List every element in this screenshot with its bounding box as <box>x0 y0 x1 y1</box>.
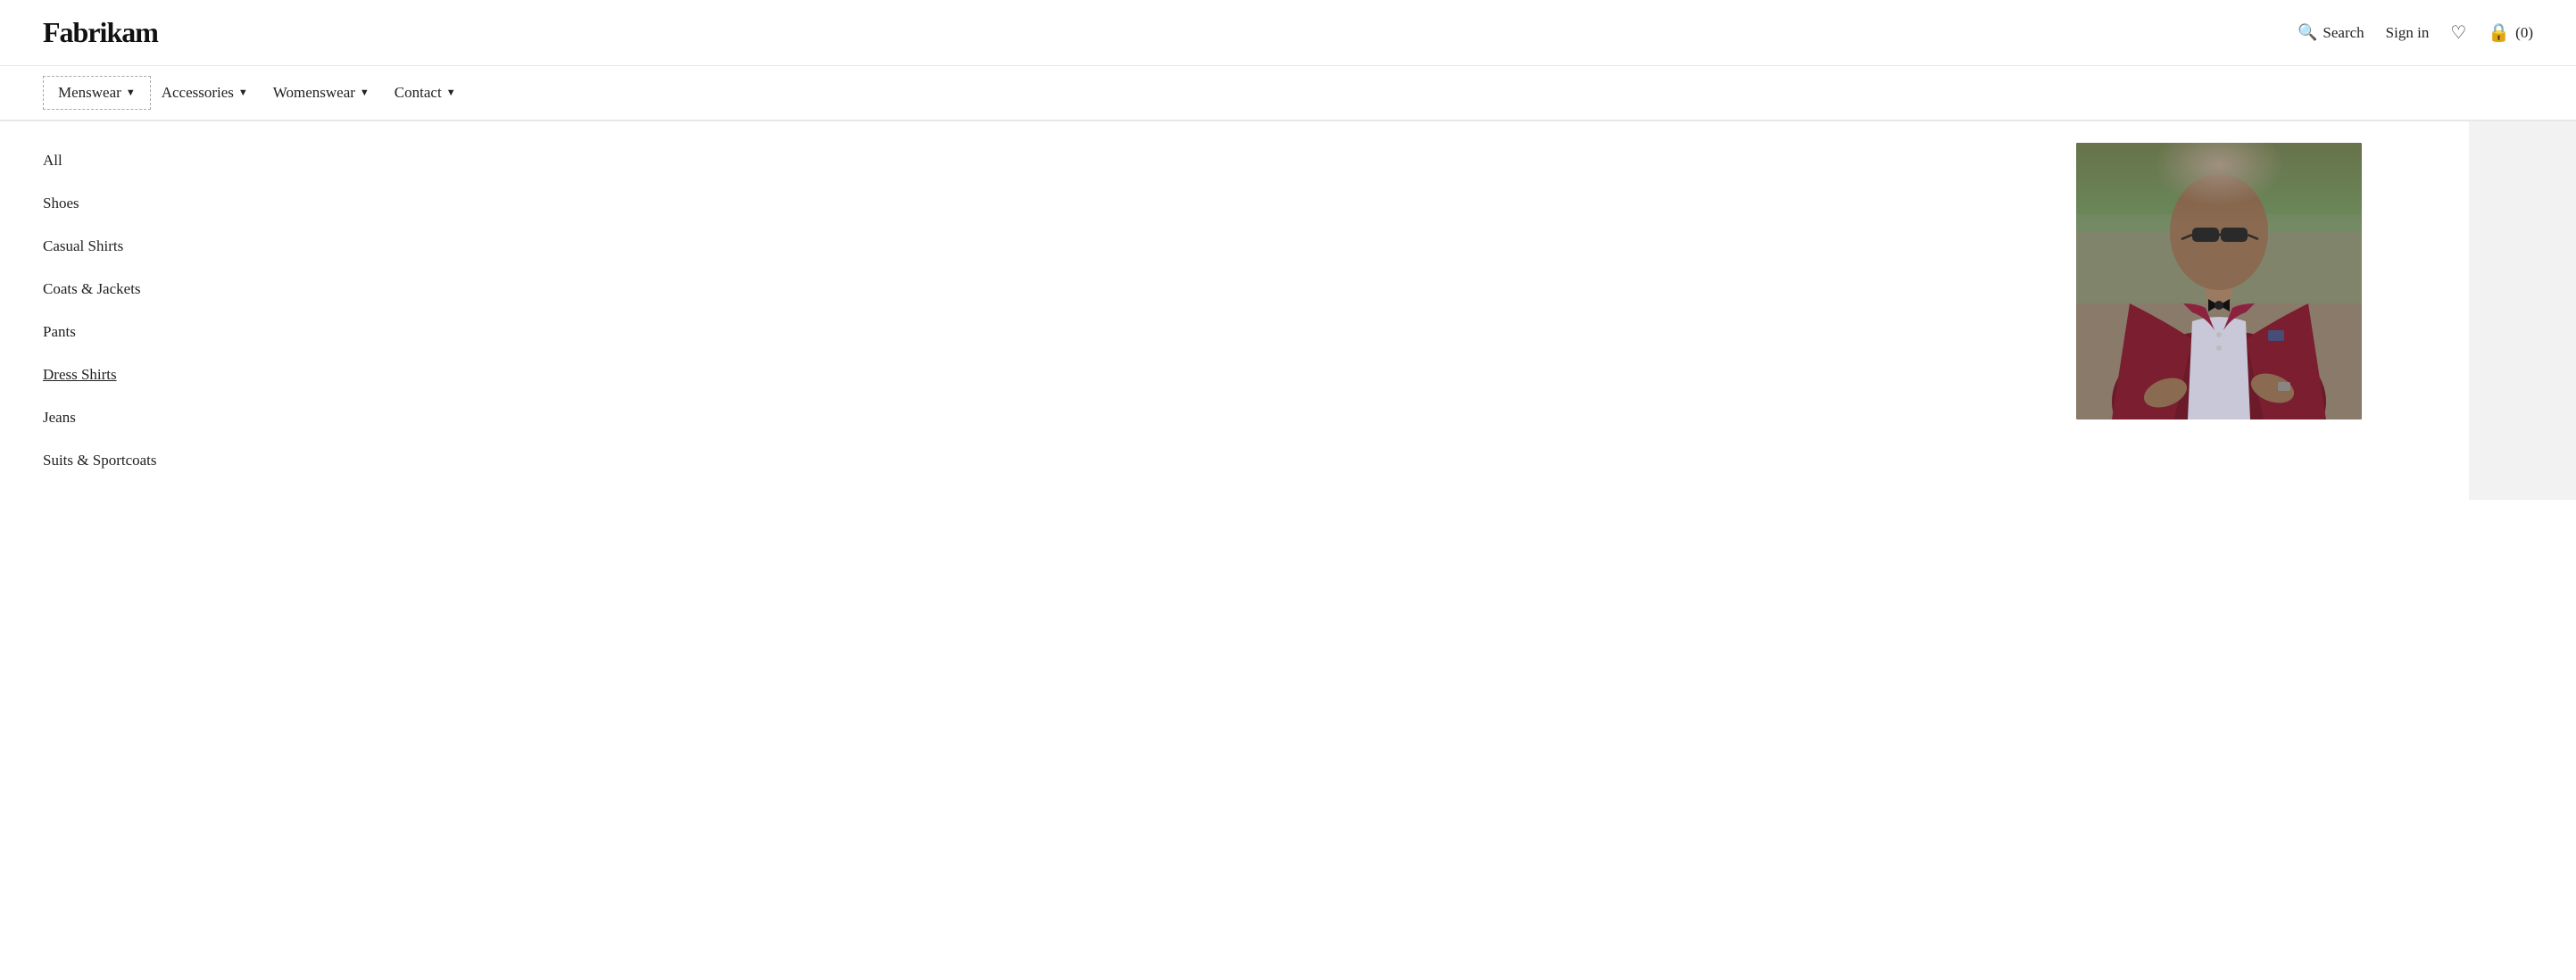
wishlist-button[interactable]: ♡ <box>2450 21 2466 44</box>
main-nav: Menswear ▼ Accessories ▼ Womenswear ▼ Co… <box>0 66 2576 120</box>
dropdown-item-jeans[interactable]: Jeans <box>43 396 250 439</box>
site-logo[interactable]: Fabrikam <box>43 16 158 49</box>
nav-item-accessories[interactable]: Accessories ▼ <box>162 66 273 120</box>
feature-image-area <box>250 121 2469 500</box>
nav-label-menswear: Menswear <box>58 84 121 102</box>
dropdown-menu: All Shoes Casual Shirts Coats & Jackets … <box>0 121 250 500</box>
feature-image-background <box>2076 143 2362 419</box>
chevron-down-icon: ▼ <box>126 87 136 98</box>
cart-button[interactable]: 🔒 (0) <box>2488 21 2533 44</box>
search-icon: 🔍 <box>2298 23 2317 42</box>
nav-item-contact[interactable]: Contact ▼ <box>395 66 481 120</box>
chevron-down-icon: ▼ <box>360 87 370 98</box>
nav-item-womenswear[interactable]: Womenswear ▼ <box>273 66 395 120</box>
signin-button[interactable]: Sign in <box>2386 24 2430 42</box>
chevron-down-icon: ▼ <box>446 87 456 98</box>
dropdown-item-suits-sportcoats[interactable]: Suits & Sportcoats <box>43 439 250 482</box>
right-gray-panel <box>2469 121 2576 500</box>
dropdown-area: All Shoes Casual Shirts Coats & Jackets … <box>0 120 2576 500</box>
search-label: Search <box>2323 24 2364 42</box>
signin-label: Sign in <box>2386 24 2430 42</box>
header-actions: 🔍 Search Sign in ♡ 🔒 (0) <box>2298 21 2533 44</box>
nav-label-womenswear: Womenswear <box>273 84 355 102</box>
nav-item-menswear[interactable]: Menswear ▼ <box>43 76 151 110</box>
dropdown-item-coats-jackets[interactable]: Coats & Jackets <box>43 268 250 311</box>
heart-icon: ♡ <box>2450 21 2466 44</box>
feature-image <box>2076 143 2362 419</box>
cart-icon: 🔒 <box>2488 21 2510 44</box>
cart-count: (0) <box>2515 24 2533 42</box>
chevron-down-icon: ▼ <box>238 87 248 98</box>
nav-label-contact: Contact <box>395 84 442 102</box>
dropdown-item-all[interactable]: All <box>43 139 250 182</box>
dropdown-item-dress-shirts[interactable]: Dress Shirts <box>43 353 250 396</box>
site-header: Fabrikam 🔍 Search Sign in ♡ 🔒 (0) <box>0 0 2576 66</box>
dropdown-item-pants[interactable]: Pants <box>43 311 250 353</box>
nav-label-accessories: Accessories <box>162 84 234 102</box>
search-button[interactable]: 🔍 Search <box>2298 23 2364 42</box>
dropdown-item-casual-shirts[interactable]: Casual Shirts <box>43 225 250 268</box>
feature-image-svg <box>2076 143 2362 419</box>
dropdown-item-shoes[interactable]: Shoes <box>43 182 250 225</box>
